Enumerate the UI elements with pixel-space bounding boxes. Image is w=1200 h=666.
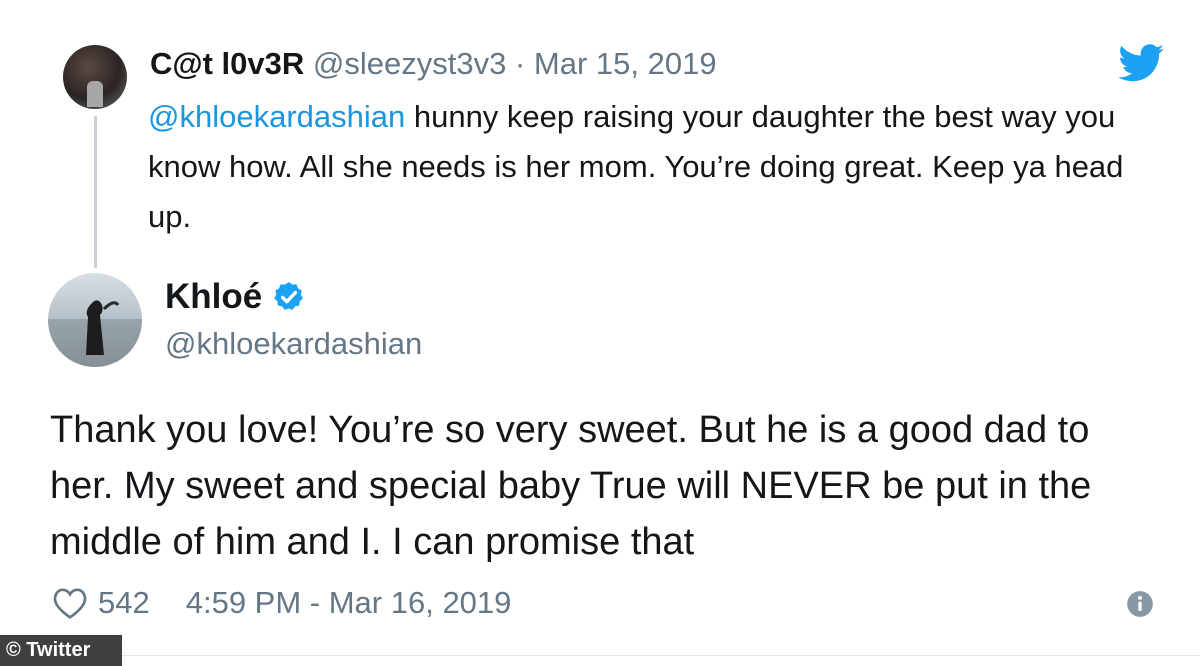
embedded-tweet-card: C@t l0v3R @sleezyst3v3 · Mar 15, 2019 @k… bbox=[0, 0, 1200, 666]
like-count[interactable]: 542 bbox=[98, 585, 150, 621]
parent-mention-link[interactable]: @khloekardashian bbox=[148, 99, 405, 134]
main-avatar[interactable] bbox=[48, 273, 142, 367]
parent-handle[interactable]: @sleezyst3v3 bbox=[313, 46, 506, 81]
twitter-bird-icon[interactable] bbox=[1118, 44, 1164, 82]
info-icon[interactable] bbox=[1126, 590, 1154, 618]
main-tweet-text: Thank you love! You’re so very sweet. Bu… bbox=[50, 409, 1092, 563]
parent-tweet-text: @khloekardashian hunny keep raising your… bbox=[148, 92, 1158, 242]
avatar-figure bbox=[48, 300, 142, 367]
parent-date[interactable]: Mar 15, 2019 bbox=[534, 46, 717, 81]
parent-separator: · bbox=[514, 46, 526, 81]
parent-avatar[interactable] bbox=[63, 45, 127, 109]
image-credit: © Twitter bbox=[0, 635, 122, 666]
heart-outline-icon[interactable] bbox=[52, 586, 88, 620]
parent-display-name[interactable]: C@t l0v3R bbox=[150, 46, 304, 81]
parent-tweet-header: C@t l0v3R @sleezyst3v3 · Mar 15, 2019 bbox=[150, 44, 717, 84]
card-bottom-border bbox=[122, 655, 1200, 656]
main-handle[interactable]: @khloekardashian bbox=[165, 326, 422, 362]
tweet-timestamp[interactable]: 4:59 PM - Mar 16, 2019 bbox=[186, 585, 512, 621]
main-display-name[interactable]: Khloé bbox=[165, 277, 262, 317]
tweet-meta-row: 542 4:59 PM - Mar 16, 2019 bbox=[52, 583, 511, 623]
thread-connector-line bbox=[94, 116, 97, 268]
main-name-row: Khloé bbox=[165, 274, 306, 320]
verified-badge-icon bbox=[274, 282, 304, 310]
